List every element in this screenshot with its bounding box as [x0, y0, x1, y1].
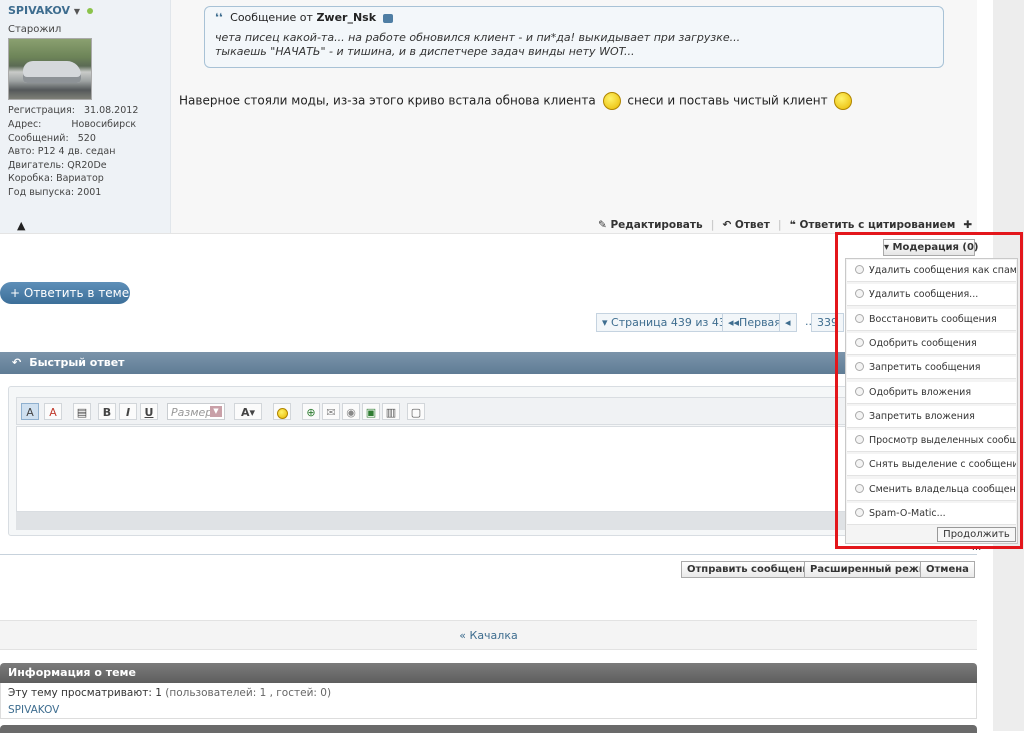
quote-icon: ❛❛ [215, 11, 223, 24]
first-page-link[interactable]: ◂◂Первая [722, 313, 787, 332]
quick-reply-header: ↶ Быстрый ответ [0, 352, 977, 374]
user-info-row: Двигатель: QR20De [8, 160, 107, 171]
divider [0, 554, 977, 555]
username-text[interactable]: SPIVAKOV [8, 4, 70, 17]
smiley-insert-icon[interactable] [273, 403, 291, 420]
quote-block: ❛❛ Сообщение от Zwer_Nsk чета писец како… [204, 6, 944, 68]
reply-arrow-icon: ↶ [12, 356, 22, 369]
cancel-button[interactable]: Отмена [920, 561, 975, 578]
font-size-select[interactable]: Размер ▼ [167, 403, 225, 420]
reply-icon: ↶ [722, 219, 732, 231]
chevron-down-icon[interactable]: ▼ [74, 7, 80, 16]
divider [0, 233, 977, 234]
user-title: Старожил [8, 24, 62, 35]
username[interactable]: SPIVAKOV ▼ [8, 4, 93, 17]
viewer-username-link[interactable]: SPIVAKOV [8, 704, 59, 716]
image-icon[interactable]: ◉ [342, 403, 360, 420]
user-info-row: Сообщений: 520 [8, 133, 96, 144]
picture-icon[interactable]: ▣ [362, 403, 380, 420]
thread-info-header: Информация о теме [0, 663, 977, 683]
breadcrumb: « Качалка [0, 620, 977, 650]
italic-icon[interactable]: I [119, 403, 137, 420]
multiquote-icon[interactable]: ✚ [963, 219, 972, 231]
user-info-row: Авто: P12 4 дв. седан [8, 146, 116, 157]
post-actions: ✎ Редактировать | ↶ Ответ | ❝ Ответить с цит… [598, 219, 973, 231]
back-to-forum-link[interactable]: « Качалка [459, 629, 517, 642]
quote-insert-icon[interactable]: ▢ [407, 403, 425, 420]
bold-icon[interactable]: B [98, 403, 116, 420]
paste-icon[interactable]: ▤ [73, 403, 91, 420]
editor-resize-bar[interactable] [16, 512, 896, 530]
prev-page-link[interactable]: ◂ [779, 313, 797, 332]
user-info-row: Коробка: Вариатор [8, 173, 104, 184]
highlight-box [835, 232, 1023, 549]
remove-format-icon[interactable]: A [44, 403, 62, 420]
reply-in-thread-button[interactable]: + Ответить в теме [0, 282, 130, 304]
user-info-row: Год выпуска: 2001 [8, 187, 102, 198]
edit-button[interactable]: ✎ Редактировать [598, 219, 703, 231]
goto-post-icon[interactable] [382, 13, 393, 23]
link-icon[interactable]: ⊕ [302, 403, 320, 420]
user-info-row: Адрес: Новосибирск [8, 119, 137, 130]
avatar[interactable] [8, 38, 92, 100]
message-textarea[interactable] [16, 426, 896, 512]
online-status-icon [86, 8, 93, 14]
quote-line: тыкаешь "НАЧАТЬ" - и тишина, и в диспетч… [215, 45, 635, 58]
quote-bubble-icon: ❝ [789, 219, 796, 231]
email-icon[interactable]: ✉ [322, 403, 340, 420]
send-message-button[interactable]: Отправить сообщение [681, 561, 823, 578]
quote-line: чета писец какой-та... на работе обновил… [215, 31, 741, 44]
quote-header: ❛❛ Сообщение от Zwer_Nsk [215, 11, 393, 24]
next-section-header [0, 725, 977, 733]
quote-author: Zwer_Nsk [316, 11, 377, 24]
smiley-icon [602, 92, 621, 110]
font-color-icon[interactable]: A▾ [234, 403, 262, 420]
post-message: Наверное стояли моды, из-за этого криво … [179, 92, 855, 110]
smiley-icon [834, 92, 853, 110]
viewers-text: Эту тему просматривают: 1 (пользователей… [8, 687, 332, 699]
user-info-row: Регистрация: 31.08.2012 [8, 105, 139, 116]
underline-icon[interactable]: U [140, 403, 158, 420]
page-info-dropdown[interactable]: ▾ Страница 439 из 439 [596, 313, 739, 332]
pencil-icon: ✎ [598, 219, 607, 231]
report-warning-icon[interactable]: ▲ [17, 219, 25, 232]
video-icon[interactable]: ▥ [382, 403, 400, 420]
reply-with-quote-button[interactable]: ❝ Ответить с цитированием [790, 219, 956, 231]
reply-button[interactable]: ↶ Ответ [722, 219, 769, 231]
font-style-icon[interactable]: A [21, 403, 39, 420]
